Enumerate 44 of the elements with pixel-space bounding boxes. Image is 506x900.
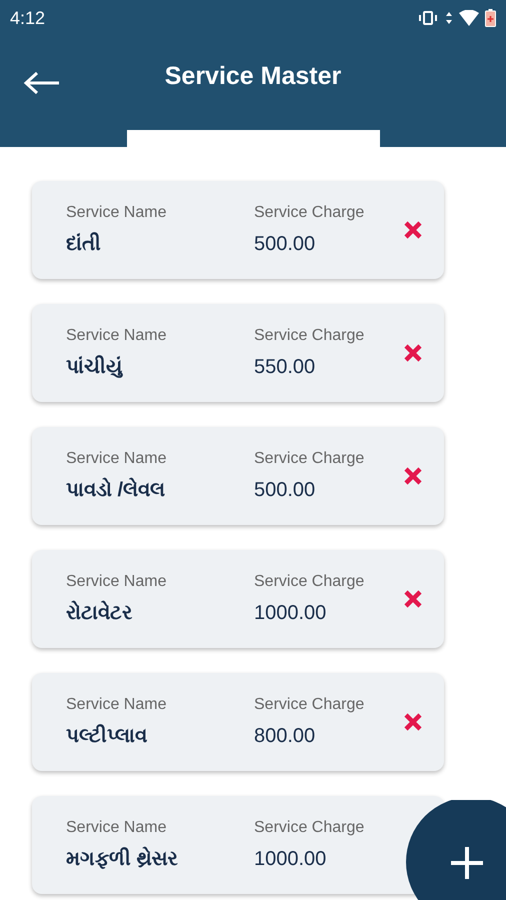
field-label: Service Name [66,326,168,346]
service-name: દાંતી [66,231,102,257]
field-label: Service Name [66,572,168,592]
field-label: Service Name [66,449,168,469]
add-button[interactable] [405,800,506,900]
back-arrow-icon [23,71,61,95]
status-time: 4:12 [10,6,46,30]
service-charge: 500.00 [254,232,316,257]
service-charge: 500.00 [254,478,316,503]
field-label: Service Name [66,695,168,715]
battery-icon [485,9,496,27]
close-icon [403,220,423,240]
close-icon [403,343,423,363]
service-card[interactable]: Service Name પલ્ટીપ્લાવ Service Charge 800.00 [32,673,444,771]
service-charge: 1000.00 [254,847,328,872]
field-label: Service Charge [254,818,366,838]
field-label: Service Charge [254,572,366,592]
wifi-icon [459,10,479,26]
service-name: મગફળી થ્રેસર [66,846,179,872]
close-icon [403,466,423,486]
field-label: Service Charge [254,326,366,346]
service-card[interactable]: Service Name મગફળી થ્રેસર Service Charge 1000.00 [32,796,444,894]
screen-title: Service Master [164,61,342,92]
service-charge: 1000.00 [254,601,328,626]
plus-icon [449,845,485,881]
field-label: Service Name [66,203,168,223]
field-label: Service Charge [254,695,366,715]
service-card[interactable]: Service Name દાંતી Service Charge 500.00 [32,181,444,279]
close-icon [403,712,423,732]
vibrate-icon [417,10,439,26]
field-label: Service Charge [254,203,366,223]
service-name: પલ્ટીપ્લાવ [66,723,148,749]
service-card[interactable]: Service Name રોટાવેટર Service Charge 1000.00 [32,550,444,648]
data-arrows-icon [445,11,453,25]
service-charge: 550.00 [254,355,316,380]
service-card[interactable]: Service Name પાવડો /લેવલ Service Charge 500.00 [32,427,444,525]
service-card[interactable]: Service Name પાંચીયું Service Charge 550.00 [32,304,444,402]
service-name: પાંચીયું [66,354,124,380]
service-name: રોટાવેટર [66,600,133,626]
service-name: પાવડો /લેવલ [66,476,166,503]
field-label: Service Name [66,818,168,838]
service-charge: 800.00 [254,724,316,749]
field-label: Service Charge [254,449,366,469]
close-icon [403,589,423,609]
